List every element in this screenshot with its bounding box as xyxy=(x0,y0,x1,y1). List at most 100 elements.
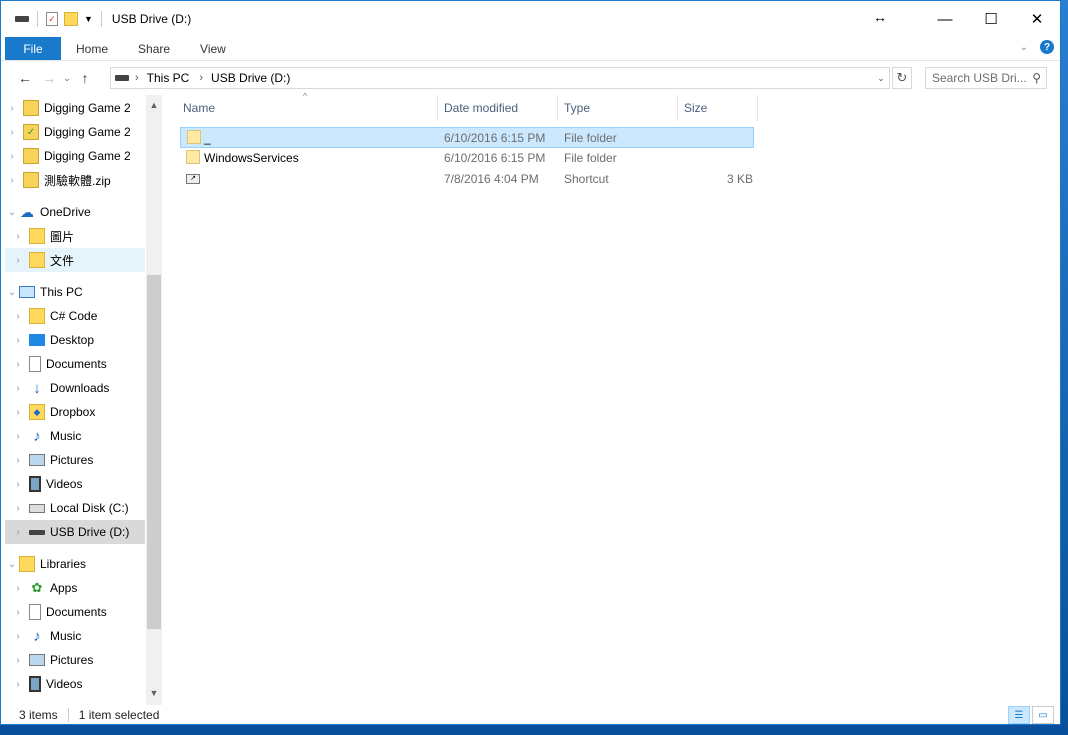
zip-icon xyxy=(23,100,39,116)
expand-chevron-icon[interactable]: › xyxy=(5,175,19,186)
nav-item-lib-music[interactable]: › ♪ Music xyxy=(5,624,145,648)
nav-item-digging-game-2[interactable]: › ✓ Digging Game 2 xyxy=(5,120,145,144)
expand-chevron-icon[interactable]: › xyxy=(11,655,25,666)
nav-item-csharp-code[interactable]: › C# Code xyxy=(5,304,145,328)
nav-item-documents-zh[interactable]: › 文件 xyxy=(5,248,145,272)
nav-item-label: Pictures xyxy=(50,453,94,467)
large-icons-view-icon[interactable]: ▭ xyxy=(1032,706,1054,724)
expand-chevron-icon[interactable]: › xyxy=(11,311,25,322)
expand-chevron-icon[interactable]: › xyxy=(11,583,25,594)
table-row[interactable]: WindowsServices 6/10/2016 6:15 PM File f… xyxy=(180,148,754,169)
drive-icon[interactable] xyxy=(15,16,29,22)
apps-icon: ✿ xyxy=(31,580,43,595)
nav-item-zip-file[interactable]: › 測驗軟體.zip xyxy=(5,168,145,192)
table-row[interactable]: _ 6/10/2016 6:15 PM File folder xyxy=(180,127,754,148)
nav-item-documents[interactable]: › Documents xyxy=(5,352,145,376)
customize-toolbar-icon[interactable]: ▼ xyxy=(84,14,93,24)
column-header-size[interactable]: Size xyxy=(678,95,758,121)
nav-item-lib-videos[interactable]: › Videos xyxy=(5,672,145,696)
table-row[interactable]: ↗ 7/8/2016 4:04 PM Shortcut 3 KB xyxy=(180,169,754,190)
breadcrumb-this-pc[interactable]: This PC xyxy=(147,71,190,85)
expand-chevron-icon[interactable]: › xyxy=(11,359,25,370)
address-row: ← → ⌄ ↑ › This PC › USB Drive (D:) ⌄ ↻ S… xyxy=(1,65,1060,91)
scrollbar-thumb[interactable] xyxy=(147,275,161,629)
expand-chevron-icon[interactable]: › xyxy=(5,103,19,114)
disk-icon xyxy=(29,503,45,513)
expand-chevron-icon[interactable]: › xyxy=(11,631,25,642)
nav-item-videos[interactable]: › Videos xyxy=(5,472,145,496)
expand-chevron-icon[interactable]: › xyxy=(11,527,25,538)
expand-chevron-icon[interactable]: › xyxy=(5,127,19,138)
nav-item-desktop[interactable]: › Desktop xyxy=(5,328,145,352)
details-view-icon[interactable]: ☰ xyxy=(1008,706,1030,724)
nav-item-libraries[interactable]: ⌄ Libraries xyxy=(5,552,145,576)
nav-item-this-pc[interactable]: ⌄ This PC xyxy=(5,280,145,304)
nav-item-dropbox[interactable]: › ◆ Dropbox xyxy=(5,400,145,424)
tab-file[interactable]: File xyxy=(5,37,61,60)
nav-item-digging-game-1[interactable]: › Digging Game 2 xyxy=(5,96,145,120)
expand-chevron-icon[interactable]: › xyxy=(5,151,19,162)
refresh-button[interactable]: ↻ xyxy=(892,67,912,89)
nav-item-digging-game-3[interactable]: › Digging Game 2 xyxy=(5,144,145,168)
selection-count: 1 item selected xyxy=(78,708,160,722)
breadcrumb-separator-icon[interactable]: › xyxy=(135,72,139,84)
nav-item-lib-pictures[interactable]: › Pictures xyxy=(5,648,145,672)
desktop-icon xyxy=(29,334,45,346)
properties-icon[interactable]: ✓ xyxy=(46,12,58,26)
title-bar[interactable]: ✓ ▼ USB Drive (D:) ↔ — ☐ ✕ xyxy=(1,1,1060,37)
nav-item-pictures[interactable]: › Pictures xyxy=(5,448,145,472)
picture-icon xyxy=(29,454,45,466)
expand-chevron-icon[interactable]: › xyxy=(11,679,25,690)
expand-chevron-icon[interactable]: › xyxy=(11,503,25,514)
quick-access-toolbar: ✓ ▼ xyxy=(1,11,104,27)
nav-item-music[interactable]: › ♪ Music xyxy=(5,424,145,448)
close-button[interactable]: ✕ xyxy=(1014,1,1060,37)
column-header-date-modified[interactable]: Date modified xyxy=(438,95,558,121)
expand-chevron-icon[interactable]: › xyxy=(11,607,25,618)
breadcrumb-usb-drive[interactable]: USB Drive (D:) xyxy=(211,71,290,85)
nav-item-lib-documents[interactable]: › Documents xyxy=(5,600,145,624)
expand-chevron-icon[interactable]: › xyxy=(11,431,25,442)
collapse-chevron-icon[interactable]: ⌄ xyxy=(5,207,19,218)
forward-button[interactable]: → xyxy=(37,66,61,90)
collapse-chevron-icon[interactable]: ⌄ xyxy=(5,559,19,570)
address-dropdown-icon[interactable]: ⌄ xyxy=(874,69,888,87)
nav-item-pictures-zh[interactable]: › 圖片 xyxy=(5,224,145,248)
tab-view[interactable]: View xyxy=(185,37,241,60)
tab-share[interactable]: Share xyxy=(123,37,185,60)
nav-item-label: Digging Game 2 xyxy=(44,149,131,163)
recent-locations-icon[interactable]: ⌄ xyxy=(61,66,73,90)
expand-chevron-icon[interactable]: › xyxy=(11,231,25,242)
expand-chevron-icon[interactable]: › xyxy=(11,335,25,346)
scroll-down-icon[interactable]: ▼ xyxy=(146,685,162,701)
search-icon[interactable]: ⚲ xyxy=(1032,71,1041,85)
nav-item-apps[interactable]: › ✿ Apps xyxy=(5,576,145,600)
scroll-up-icon[interactable]: ▲ xyxy=(146,97,162,113)
back-button[interactable]: ← xyxy=(13,66,37,90)
collapse-chevron-icon[interactable]: ⌄ xyxy=(5,287,19,298)
expand-chevron-icon[interactable]: › xyxy=(11,479,25,490)
column-header-name[interactable]: Name xyxy=(177,95,438,121)
nav-item-local-disk[interactable]: › Local Disk (C:) xyxy=(5,496,145,520)
help-icon[interactable]: ? xyxy=(1040,40,1054,54)
nav-scrollbar[interactable]: ▲ ▼ xyxy=(146,95,162,705)
address-bar[interactable]: › This PC › USB Drive (D:) ⌄ xyxy=(110,67,890,89)
expand-chevron-icon[interactable]: › xyxy=(11,255,25,266)
up-button[interactable]: ↑ xyxy=(73,66,97,90)
nav-item-usb-drive[interactable]: › USB Drive (D:) xyxy=(5,520,145,544)
new-folder-icon[interactable] xyxy=(64,12,78,26)
breadcrumb-separator-icon[interactable]: › xyxy=(199,72,203,84)
minimize-button[interactable]: — xyxy=(922,1,968,37)
file-type: File folder xyxy=(564,131,617,145)
nav-item-onedrive[interactable]: ⌄ ☁ OneDrive xyxy=(5,200,145,224)
expand-chevron-icon[interactable]: › xyxy=(11,383,25,394)
expand-chevron-icon[interactable]: › xyxy=(11,455,25,466)
drive-icon xyxy=(115,75,129,81)
column-header-type[interactable]: Type xyxy=(558,95,678,121)
tab-home[interactable]: Home xyxy=(61,37,123,60)
nav-item-downloads[interactable]: › ↓ Downloads xyxy=(5,376,145,400)
expand-ribbon-icon[interactable]: ⌄ xyxy=(1020,42,1028,53)
maximize-button[interactable]: ☐ xyxy=(968,1,1014,37)
expand-chevron-icon[interactable]: › xyxy=(11,407,25,418)
search-input[interactable]: Search USB Dri... ⚲ xyxy=(925,67,1047,89)
